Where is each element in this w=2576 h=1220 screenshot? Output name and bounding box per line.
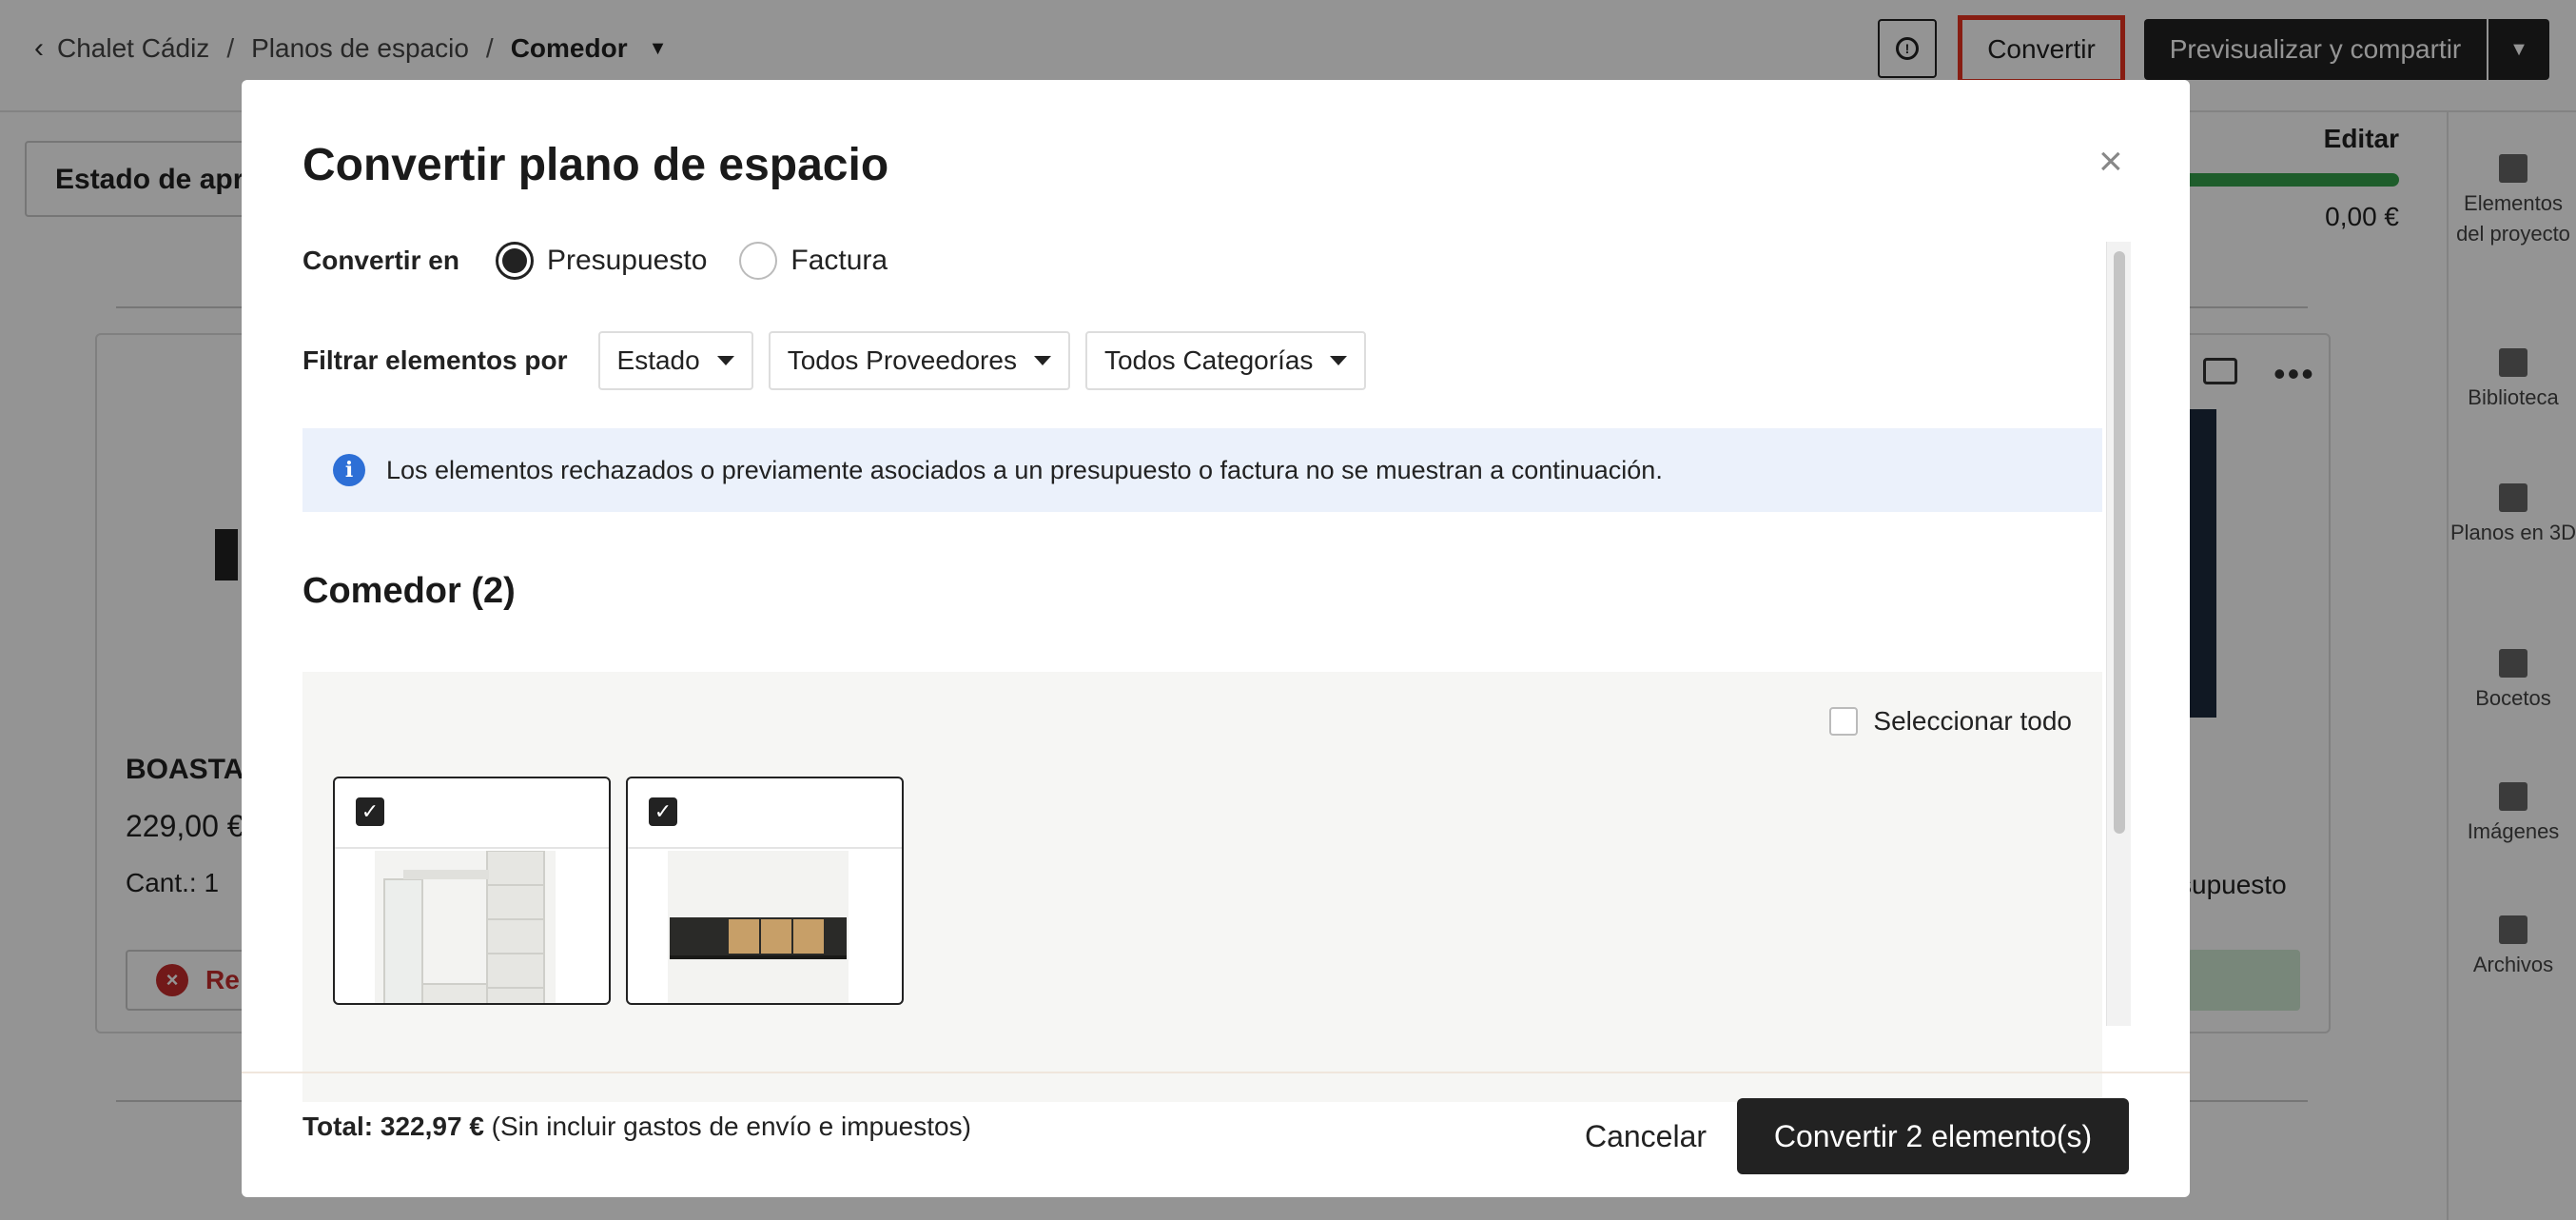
item-tile[interactable]: ✓ — [333, 777, 611, 1005]
chevron-down-icon — [1330, 356, 1348, 365]
total-amount: Total: 322,97 € — [302, 1112, 484, 1141]
select-all-label: Seleccionar todo — [1873, 706, 2072, 736]
convert-items-button[interactable]: Convertir 2 elemento(s) — [1737, 1098, 2129, 1174]
room-section-title: Comedor (2) — [302, 571, 516, 611]
tv-bench-image — [668, 851, 849, 1003]
chevron-down-icon — [1033, 356, 1051, 365]
shelving-unit-image — [375, 850, 556, 1003]
radio-quote[interactable] — [495, 242, 534, 280]
convert-floorplan-modal: Convertir plano de espacio × Convertir e… — [242, 80, 2190, 1197]
radio-option-invoice[interactable]: Factura — [739, 242, 888, 280]
info-banner: i Los elementos rechazados o previamente… — [302, 428, 2102, 512]
filter-vendors-label: Todos Proveedores — [787, 345, 1017, 375]
radio-invoice[interactable] — [739, 242, 778, 280]
convert-to-row: Convertir en Presupuesto Factura — [302, 242, 920, 280]
cancel-button[interactable]: Cancelar — [1552, 1098, 1739, 1174]
filter-categories-label: Todos Categorías — [1103, 345, 1314, 375]
modal-title: Convertir plano de espacio — [302, 140, 889, 190]
item-checkbox[interactable]: ✓ — [356, 797, 384, 826]
item-checkbox[interactable]: ✓ — [649, 797, 677, 826]
product-image — [375, 850, 556, 1003]
total-note: (Sin incluir gastos de envío e impuestos… — [483, 1112, 971, 1141]
radio-invoice-label: Factura — [790, 245, 888, 276]
total-summary: Total: 322,97 € (Sin incluir gastos de e… — [302, 1112, 971, 1142]
filter-status-dropdown[interactable]: Estado — [597, 331, 753, 390]
convert-to-label: Convertir en — [302, 246, 459, 275]
filter-row: Filtrar elementos por Estado Todos Prove… — [302, 331, 1381, 390]
items-grid: Seleccionar todo ✓ ✓ — [302, 672, 2102, 1102]
item-tile[interactable]: ✓ — [626, 777, 904, 1005]
modal-scrollbar[interactable] — [2106, 242, 2131, 1026]
product-image — [668, 851, 849, 1003]
filter-status-label: Estado — [616, 345, 700, 375]
radio-quote-label: Presupuesto — [546, 245, 708, 276]
chevron-down-icon — [716, 356, 734, 365]
select-all-control[interactable]: Seleccionar todo — [1829, 706, 2072, 737]
close-icon[interactable]: × — [2098, 141, 2123, 183]
filter-vendors-dropdown[interactable]: Todos Proveedores — [768, 331, 1070, 390]
info-circle-icon: i — [333, 454, 365, 486]
modal-footer: Total: 322,97 € (Sin incluir gastos de e… — [242, 1072, 2190, 1197]
filter-categories-dropdown[interactable]: Todos Categorías — [1084, 331, 1367, 390]
scrollbar-thumb[interactable] — [2114, 251, 2125, 834]
filter-label: Filtrar elementos por — [302, 345, 568, 375]
item-tile-header: ✓ — [335, 778, 609, 849]
info-banner-text: Los elementos rechazados o previamente a… — [386, 455, 1663, 484]
radio-option-quote[interactable]: Presupuesto — [495, 242, 708, 280]
item-tile-header: ✓ — [628, 778, 902, 849]
select-all-checkbox[interactable] — [1829, 707, 1859, 736]
